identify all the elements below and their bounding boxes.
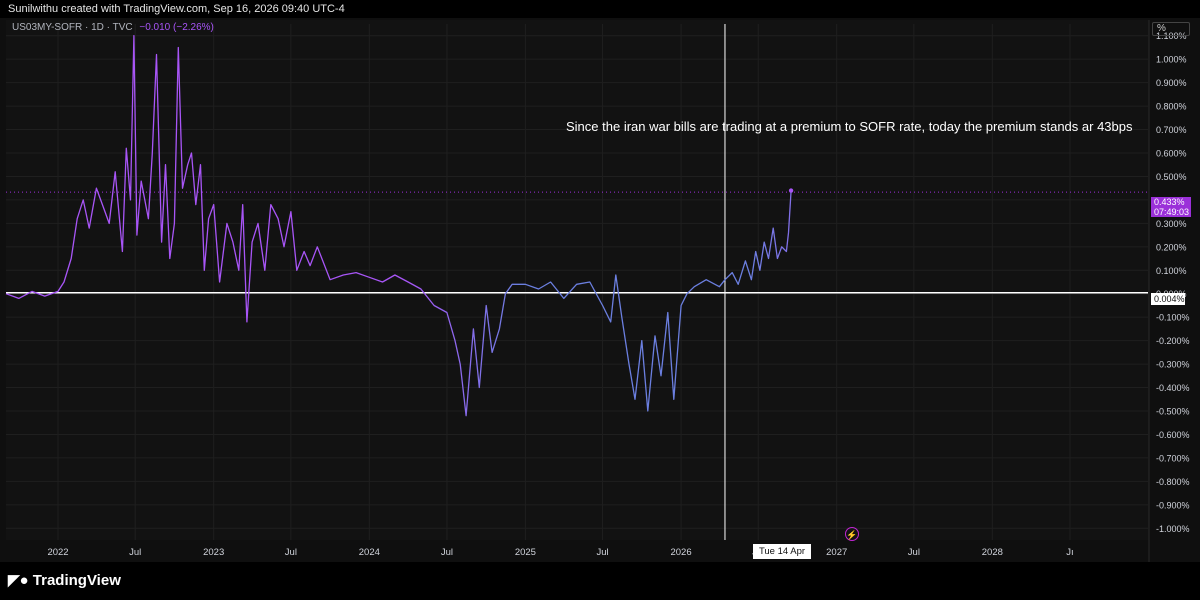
lightning-bolt-icon[interactable]: ⚡ [845, 527, 859, 541]
brand[interactable]: ◤● TradingView [8, 571, 121, 589]
crosshair-date-label: Tue 14 Apr '26 [753, 544, 811, 572]
tradingview-logo-icon: ◤● [8, 572, 29, 589]
y-tick-label: -0.300% [1156, 360, 1190, 370]
x-tick-label: 2028 [982, 547, 1003, 558]
y-tick-label: 0.300% [1156, 219, 1187, 229]
y-tick-label: 0.500% [1156, 172, 1187, 182]
y-tick-label: -0.400% [1156, 383, 1190, 393]
bar-countdown: 07:49:03 [1154, 207, 1190, 217]
y-tick-label: -0.600% [1156, 430, 1190, 440]
last-point-marker [788, 188, 794, 193]
y-tick-label: -0.500% [1156, 407, 1190, 417]
y-tick-label: 0.700% [1156, 125, 1187, 135]
x-tick-label: 2023 [203, 547, 224, 558]
y-tick-label: -0.100% [1156, 313, 1190, 323]
horizontal-line-tag: 0.004% [1151, 293, 1185, 305]
y-tick-label: 0.800% [1156, 102, 1187, 112]
symbol-legend[interactable]: US03MY-SOFR · 1D · TVC −0.010 (−2.26%) [12, 22, 214, 33]
y-tick-label: -0.800% [1156, 477, 1190, 487]
y-tick-label: 1.000% [1156, 55, 1187, 65]
footer-bar [0, 562, 1200, 600]
brand-name: TradingView [32, 572, 121, 589]
x-tick-label: 2027 [826, 547, 847, 558]
x-tick-label: Jul [597, 547, 609, 558]
symbol-label: US03MY-SOFR · 1D · TVC [12, 22, 133, 33]
last-price-value: 0.433% [1154, 197, 1185, 207]
y-tick-label: 0.600% [1156, 149, 1187, 159]
x-tick-label: Jı [1066, 547, 1073, 558]
x-tick-label: 2025 [515, 547, 536, 558]
x-tick-label: 2022 [47, 547, 68, 558]
y-tick-label: 0.900% [1156, 78, 1187, 88]
x-tick-label: Jul [285, 547, 297, 558]
change-label: −0.010 (−2.26%) [139, 22, 214, 33]
y-tick-label: 0.100% [1156, 266, 1187, 276]
series-line [5, 35, 792, 417]
chart-annotation: Since the iran war bills are trading at … [566, 119, 1133, 134]
x-tick-label: 2026 [670, 547, 691, 558]
x-tick-label: Jul [129, 547, 141, 558]
y-tick-label: -0.700% [1156, 453, 1190, 463]
last-price-tag: 0.433% 07:49:03 [1151, 197, 1191, 217]
y-tick-label: -1.000% [1156, 524, 1190, 534]
chart-svg[interactable]: 1.100%1.000%0.900%0.800%0.700%0.600%0.50… [0, 0, 1200, 600]
x-tick-label: Jul [441, 547, 453, 558]
y-tick-label: -0.900% [1156, 500, 1190, 510]
unit-selector[interactable]: % [1152, 22, 1190, 36]
x-tick-label: Jul [908, 547, 920, 558]
y-tick-label: 0.200% [1156, 242, 1187, 252]
y-tick-label: -0.200% [1156, 336, 1190, 346]
x-tick-label: 2024 [359, 547, 380, 558]
